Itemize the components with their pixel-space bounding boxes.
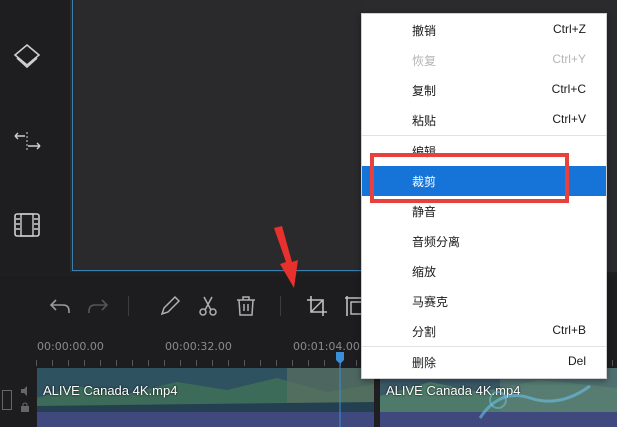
toolbar-separator [280, 296, 281, 316]
menu-item-zoom[interactable]: 缩放 [362, 256, 606, 286]
clip-label: ALIVE Canada 4K.mp4 [43, 383, 178, 398]
annotation-highlight-box [370, 153, 569, 203]
ruler-label: 00:01:04.00 [293, 340, 360, 353]
preview-frame [72, 0, 363, 271]
pen-icon[interactable] [158, 294, 182, 318]
audio-strip [37, 412, 374, 427]
transition-icon[interactable] [12, 126, 42, 156]
left-sidebar [0, 0, 70, 272]
watermark-logo [478, 384, 591, 419]
crop-icon[interactable] [305, 294, 329, 318]
speaker-icon[interactable] [20, 386, 30, 396]
playhead[interactable] [336, 352, 344, 427]
menu-item-mosaic[interactable]: 马赛克 [362, 286, 606, 316]
film-icon[interactable] [12, 210, 42, 240]
redo-icon[interactable] [86, 294, 110, 318]
menu-item-copy[interactable]: 复制 Ctrl+C [362, 75, 606, 105]
trash-icon[interactable] [234, 294, 258, 318]
lock-icon[interactable] [20, 402, 30, 412]
menu-item-split[interactable]: 分割 Ctrl+B [362, 316, 606, 346]
undo-icon[interactable] [48, 294, 72, 318]
menu-item-detach-audio[interactable]: 音频分离 [362, 226, 606, 256]
menu-item-delete[interactable]: 删除 Del [362, 347, 606, 377]
track-toggle[interactable] [2, 390, 12, 410]
ruler-label: 00:00:32.00 [165, 340, 232, 353]
layers-icon[interactable] [12, 42, 42, 72]
ruler-label: 00:00:00.00 [37, 340, 104, 353]
scissors-icon[interactable] [196, 294, 220, 318]
toolbar-separator [128, 296, 129, 316]
menu-item-paste[interactable]: 粘贴 Ctrl+V [362, 105, 606, 135]
annotation-arrow [274, 226, 298, 288]
video-clip[interactable]: ALIVE Canada 4K.mp4 [37, 368, 374, 427]
track-controls [0, 368, 36, 427]
menu-item-redo[interactable]: 恢复 Ctrl+Y [362, 45, 606, 75]
menu-item-undo[interactable]: 撤销 Ctrl+Z [362, 15, 606, 45]
